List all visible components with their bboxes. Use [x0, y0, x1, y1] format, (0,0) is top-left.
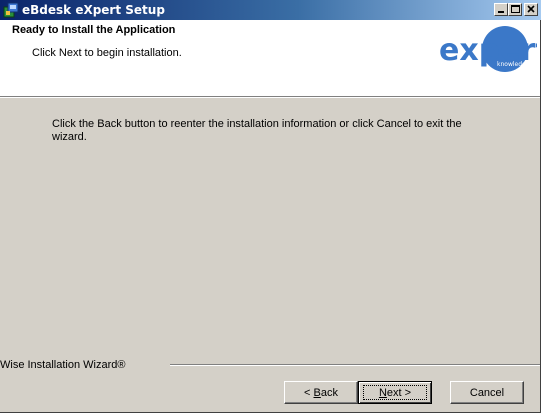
- logo-tagline: knowledge: [497, 61, 530, 68]
- next-focus-rect: Next >: [363, 385, 427, 400]
- next-mnemonic: N: [378, 387, 387, 399]
- page-subtitle: Click Next to begin installation.: [32, 47, 182, 59]
- maximize-icon: [511, 5, 520, 13]
- instructions-text: Click the Back button to reenter the ins…: [52, 118, 462, 143]
- banner-divider: [0, 97, 540, 98]
- wizard-brand: Wise Installation Wizard®: [0, 359, 126, 371]
- maximize-button[interactable]: [508, 3, 522, 16]
- minimize-button[interactable]: [494, 3, 508, 16]
- cancel-button[interactable]: Cancel: [450, 381, 524, 404]
- back-button[interactable]: < Back: [284, 381, 358, 404]
- back-rest: ack: [320, 386, 338, 399]
- title-bar[interactable]: eBdesk eXpert Setup: [0, 0, 541, 20]
- back-mnemonic: B: [313, 386, 321, 399]
- window-title: eBdesk eXpert Setup: [22, 3, 165, 17]
- page-title: Ready to Install the Application: [12, 24, 176, 36]
- setup-window: eBdesk eXpert Setup Ready to Install the…: [0, 0, 541, 413]
- back-prefix: <: [304, 386, 314, 399]
- minimize-icon: [498, 11, 504, 13]
- close-button[interactable]: [524, 3, 538, 16]
- close-icon: [527, 5, 535, 13]
- setup-app-icon: [3, 2, 19, 18]
- next-button[interactable]: Next >: [358, 381, 432, 404]
- footer-divider: [170, 364, 540, 366]
- next-rest: ext >: [386, 387, 412, 399]
- expert-logo: expert knowledge: [439, 26, 537, 72]
